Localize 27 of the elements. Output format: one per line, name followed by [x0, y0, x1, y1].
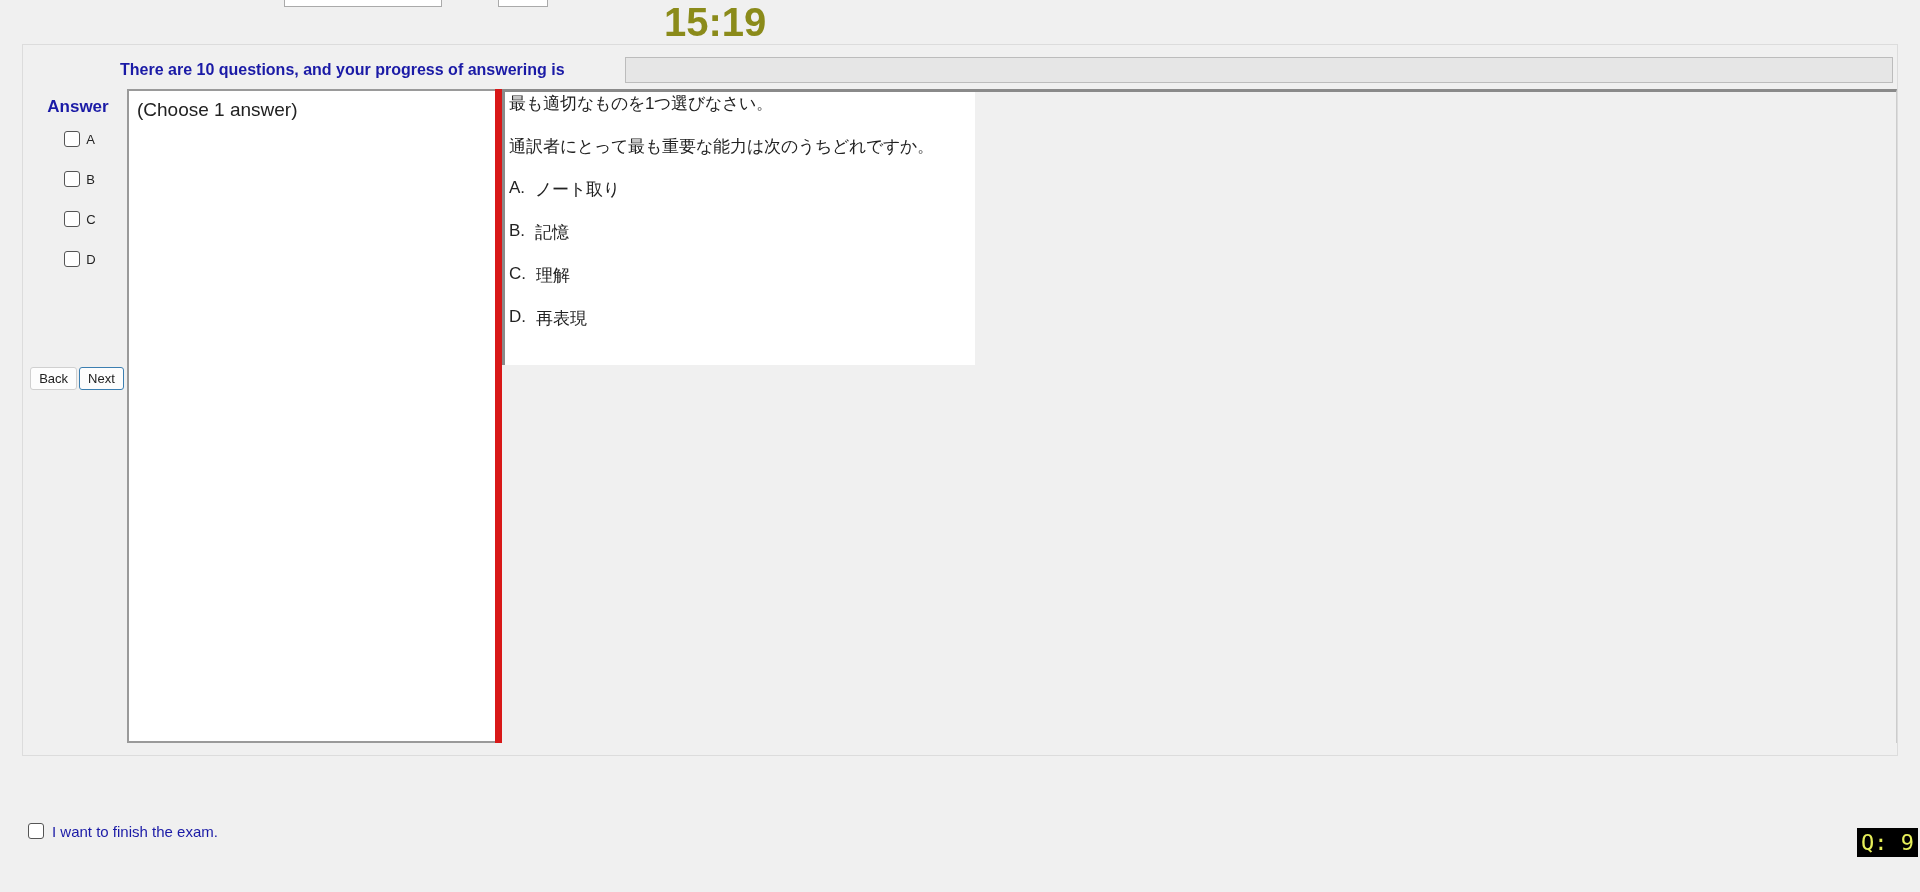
choice-letter: C.	[509, 264, 526, 285]
option-label: B	[86, 171, 95, 187]
answer-checkbox[interactable]	[64, 211, 81, 227]
option-label: D	[86, 251, 96, 267]
next-button[interactable]: Next	[79, 367, 124, 390]
choice-text: ノート取り	[535, 179, 621, 201]
finish-label: I want to finish the exam.	[52, 822, 218, 840]
answer-checkbox[interactable]	[64, 251, 81, 267]
option-label: A	[86, 131, 95, 147]
choice-letter: D.	[509, 307, 526, 328]
choice-text: 再表現	[536, 308, 587, 330]
back-button[interactable]: Back	[30, 367, 78, 390]
finish-checkbox[interactable]	[28, 823, 44, 839]
answer-heading: Answer	[47, 97, 109, 117]
choice-text: 理解	[536, 265, 570, 287]
question-text: 通訳者にとって最も重要な能力は次のうちどれですか。	[509, 136, 935, 158]
choice-text: 記憶	[535, 222, 570, 244]
answer-checkbox[interactable]	[64, 131, 81, 147]
question-instruction: 最も適切なものを1つ選びなさい。	[509, 93, 775, 115]
countdown-timer: 15:19	[664, 0, 767, 44]
answer-checkbox[interactable]	[64, 171, 81, 187]
question-number-badge: Q: 9	[1857, 827, 1918, 857]
option-label: C	[86, 211, 96, 227]
answer-hint: (Choose 1 answer)	[137, 99, 298, 120]
choice-letter: B.	[509, 221, 526, 242]
progress-label: There are 10 questions, and your progress of answering is	[120, 61, 565, 79]
choice-letter: A.	[509, 178, 526, 199]
